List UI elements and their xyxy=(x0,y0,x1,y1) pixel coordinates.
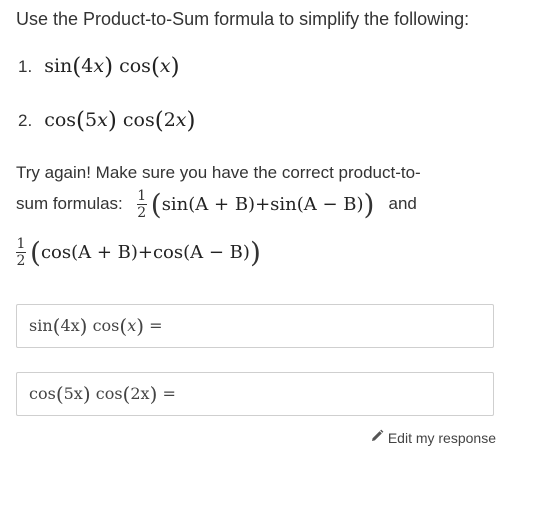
hint-line-1: Try again! Make sure you have the correc… xyxy=(16,163,421,182)
answer-field-2[interactable]: cos(5x) cos(2x) = xyxy=(16,372,494,416)
fraction-one-half: 12 xyxy=(136,188,147,221)
edit-response-link[interactable]: Edit my response xyxy=(370,429,496,446)
problem-number: 1. xyxy=(18,57,33,76)
question-prompt: Use the Product-to-Sum formula to simpli… xyxy=(16,9,470,29)
cos-sum-formula: cos(A + B)+cos(A − B) xyxy=(40,241,250,263)
hint-line-2: sum formulas: 12 (sin(A + B)+sin(A − B))… xyxy=(16,187,417,221)
problem-expression: cos(5x) cos(2x) xyxy=(44,108,196,134)
problem-1: 1. sin(4x) cos(x) xyxy=(18,55,180,79)
answer-expression: cos(5x) cos(2x) = xyxy=(29,382,176,406)
problem-expression: sin(4x) cos(x) xyxy=(44,54,180,80)
pencil-icon xyxy=(370,429,388,446)
hint-line-3: 12 (cos(A + B)+cos(A − B)) xyxy=(16,235,261,269)
sin-sum-formula: sin(A + B)+sin(A − B) xyxy=(161,193,364,215)
fraction-one-half: 12 xyxy=(16,236,26,269)
edit-response-label: Edit my response xyxy=(387,429,496,446)
problem-2: 2. cos(5x) cos(2x) xyxy=(18,109,195,133)
answer-expression: sin(4x) cos(x) = xyxy=(29,314,163,338)
problem-number: 2. xyxy=(18,111,33,130)
answer-field-1[interactable]: sin(4x) cos(x) = xyxy=(16,304,494,348)
and-text: and xyxy=(388,194,417,214)
